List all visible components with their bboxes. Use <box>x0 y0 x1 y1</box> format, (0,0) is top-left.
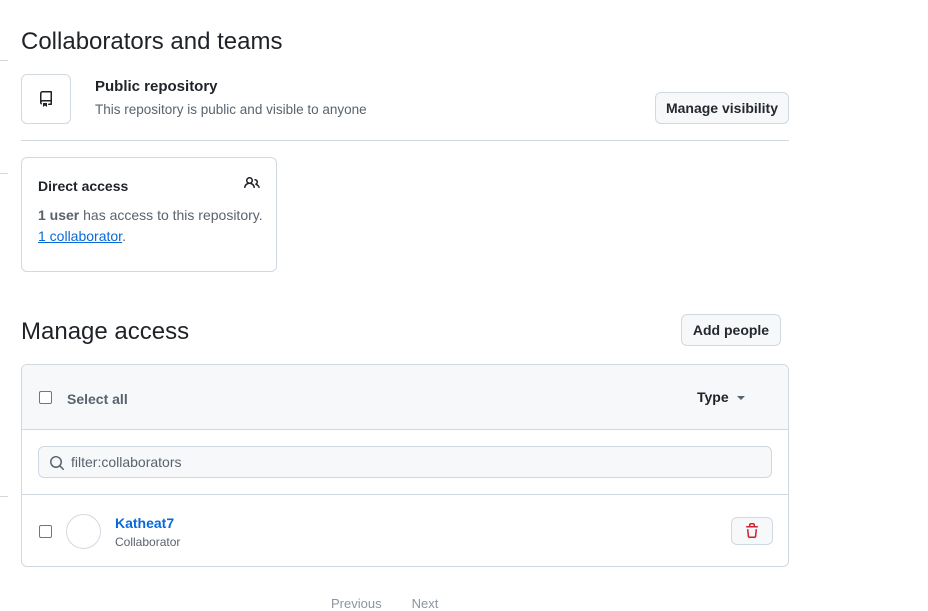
visibility-title: Public repository <box>95 78 218 95</box>
collaborator-count-link[interactable]: 1 collaborator <box>38 228 122 244</box>
avatar <box>66 514 101 549</box>
next-page-button[interactable]: Next <box>412 597 439 611</box>
list-item: Katheat7 Collaborator <box>22 495 788 566</box>
search-icon <box>50 456 65 471</box>
type-filter-label: Type <box>697 389 729 405</box>
repo-icon-container <box>21 74 71 124</box>
edge-divider <box>0 173 8 174</box>
access-list: Select all Type filter:collaborators Kat… <box>21 364 789 567</box>
visibility-description: This repository is public and visible to… <box>95 102 367 117</box>
direct-access-title: Direct access <box>38 178 129 194</box>
edge-divider <box>0 496 8 497</box>
select-all-checkbox[interactable] <box>39 391 52 404</box>
edge-divider <box>0 60 8 61</box>
repo-icon <box>40 91 52 107</box>
people-icon <box>244 176 260 189</box>
trash-icon <box>746 523 758 538</box>
remove-member-button[interactable] <box>731 517 773 545</box>
select-all-label: Select all <box>67 391 128 407</box>
member-role: Collaborator <box>115 535 181 549</box>
add-people-button[interactable]: Add people <box>681 314 781 346</box>
filter-input-value: filter:collaborators <box>71 454 182 470</box>
direct-access-summary: 1 user has access to this repository. <box>38 207 263 223</box>
page-title: Collaborators and teams <box>21 28 283 55</box>
caret-down-icon <box>736 396 745 400</box>
previous-page-button[interactable]: Previous <box>331 597 382 611</box>
type-filter-dropdown[interactable]: Type <box>697 389 745 405</box>
access-list-header: Select all Type <box>22 365 788 430</box>
filter-input[interactable]: filter:collaborators <box>38 446 772 478</box>
user-count: 1 user <box>38 207 80 223</box>
filter-row: filter:collaborators <box>22 430 788 495</box>
collaborator-summary: 1 collaborator. <box>38 228 126 244</box>
user-count-suffix: has access to this repository. <box>79 207 263 223</box>
member-checkbox[interactable] <box>39 525 52 538</box>
direct-access-card: Direct access 1 user has access to this … <box>21 157 277 272</box>
collaborator-suffix: . <box>122 228 126 244</box>
pagination: Previous Next <box>331 597 438 611</box>
section-divider <box>21 140 789 141</box>
manage-access-title: Manage access <box>21 318 190 345</box>
manage-visibility-button[interactable]: Manage visibility <box>655 92 789 124</box>
member-name-link[interactable]: Katheat7 <box>115 515 174 531</box>
